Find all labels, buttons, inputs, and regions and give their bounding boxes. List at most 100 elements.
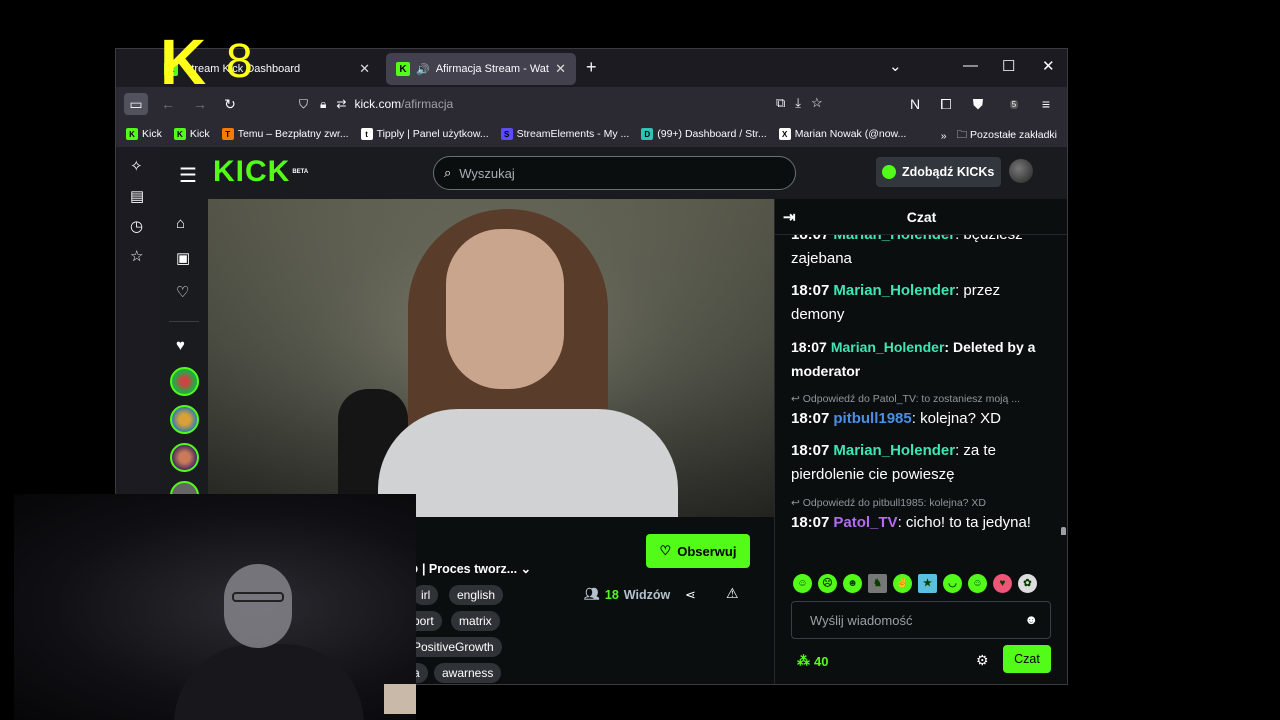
close-tab-icon[interactable]: ✕ [555,61,566,77]
message-user[interactable]: pitbull1985 [833,410,911,427]
other-bookmarks[interactable]: 🗀 Pozostałe zakładki [957,127,1057,145]
followed-heart-icon: ♥ [176,337,185,354]
beta-badge: BETA [292,169,309,175]
hamburger-menu-icon[interactable]: ☰ [179,163,197,188]
url-actions: ⧉ ⤓ ☆ [776,95,823,111]
home-icon[interactable]: ⌂ [176,215,185,232]
tab-label: Afirmacja Stream - Watch Live [435,63,549,75]
channel-avatar[interactable] [170,367,199,396]
synced-tabs-icon[interactable]: ▤ [130,187,144,205]
minimize-icon[interactable]: — [963,57,978,74]
bookmark-item[interactable]: S StreamElements - My ... [500,128,629,140]
bookmark-label: Marian Nowak (@now... [794,128,907,140]
extensions-icon[interactable]: ⧠ [934,93,958,115]
channel-avatar[interactable] [170,443,199,472]
kick-logo-text: KICK [213,155,291,188]
bookmark-item[interactable]: T Temu – Bezpłatny zwr... [221,128,349,140]
reply-context[interactable]: ↩ Odpowiedź do pitbull1985: kolejna? XD [791,497,1049,509]
ai-sparkle-icon[interactable]: ✧ [130,157,143,175]
bookmark-item[interactable]: K Kick [173,128,210,140]
chat-settings-gear-icon[interactable]: ⚙ [976,652,989,669]
message-user[interactable]: Marian_Holender [833,442,955,459]
following-heart-icon[interactable]: ♡ [176,283,189,301]
lock-icon[interactable]: 🔒︎ [320,97,326,112]
report-warning-icon[interactable]: ⚠ [726,585,739,602]
bookmark-item[interactable]: X Marian Nowak (@now... [778,128,907,140]
channel-points[interactable]: ⁂ 40 [797,653,828,669]
speaker-icon[interactable]: 🔊 [416,63,430,76]
channel-avatar[interactable] [170,405,199,434]
bookmark-label: Temu – Bezpłatny zwr... [237,128,349,140]
more-bookmarks-icon[interactable]: » [941,130,947,142]
emote-icon[interactable]: ♞ [868,574,887,593]
video-player[interactable] [208,199,775,517]
bookmark-star-icon[interactable]: ☆ [811,95,823,111]
account-icon[interactable]: N [903,93,927,115]
emote-icon[interactable]: ◡ [943,574,962,593]
share-icon[interactable]: ⋖ [685,587,696,603]
follow-button[interactable]: ♡ Obserwuj [646,534,750,568]
overlay-logo-8: 8 [226,35,253,88]
url-bar[interactable]: ⛉ 🔒︎ ⇄ kick.com/afirmacja [299,91,849,117]
message-user[interactable]: Marian_Holender [833,282,955,299]
emote-icon[interactable]: ☺ [968,574,987,593]
addon-badge-icon[interactable]: 5 [1002,93,1026,115]
message-user[interactable]: Marian_Holender [833,235,955,243]
emote-icon[interactable]: ☹ [818,574,837,593]
browse-icon[interactable]: ▣ [176,249,190,267]
x-logo-icon: X [778,128,791,140]
reload-icon[interactable]: ↻ [218,93,242,115]
emote-icon[interactable]: ☻ [843,574,862,593]
tag-chip[interactable]: matrix [451,611,500,631]
points-icon: ⁂ [797,653,810,668]
sidebar-toggle-icon[interactable]: ▭ [124,93,148,115]
emote-icon[interactable]: ✿ [1018,574,1037,593]
chat-input[interactable]: Wyślij wiadomość ☻ [791,601,1051,639]
chevron-down-icon[interactable]: ⌄ [521,562,531,576]
message-user[interactable]: Marian_Holender [831,339,945,355]
ublock-icon[interactable]: ⛊ [966,93,990,115]
download-icon[interactable]: ⤓ [795,95,801,111]
collapse-chat-icon[interactable]: ⇥ [783,208,796,226]
user-avatar[interactable] [1009,159,1033,183]
tab-afirmacja-stream[interactable]: K 🔊 Afirmacja Stream - Watch Live ✕ [386,53,576,85]
emote-icon[interactable]: ✌ [893,574,912,593]
message-user[interactable]: Patol_TV [833,514,897,531]
new-tab-button[interactable]: + [586,57,597,78]
chat-scrollbar[interactable] [1061,527,1066,535]
emote-icon[interactable]: ★ [918,574,937,593]
kick-logo[interactable]: KICK BETA [213,157,308,187]
send-chat-button[interactable]: Czat [1003,645,1051,673]
emote-icon[interactable]: ☺ [793,574,812,593]
search-placeholder: Wyszukaj [459,165,515,181]
emote-icon[interactable]: ♥ [993,574,1012,593]
tag-chip[interactable]: irl [413,585,439,605]
history-icon[interactable]: ◷ [130,217,143,235]
maximize-icon[interactable]: ☐ [1002,57,1015,75]
list-tabs-icon[interactable]: ⌄ [889,57,902,75]
shield-icon[interactable]: ⛉ [299,97,308,112]
picture-in-picture-icon[interactable]: ⧉ [776,95,785,111]
tag-chip[interactable]: PositiveGrowth [405,637,502,657]
viewers-label: Widzów [623,587,671,602]
message-time: 18:07 [791,514,830,531]
menu-icon[interactable]: ≡ [1034,93,1058,115]
bookmark-item[interactable]: t Tipply | Panel użytkow... [360,128,489,140]
message-text: : cicho! to ta jedyna! [897,514,1031,531]
stream-title[interactable]: ⊕ | Proces tworz... ⌄ [408,561,531,576]
search-input[interactable]: ⌕ Wyszukaj [433,156,796,190]
get-kicks-button[interactable]: Zdobądź KICKs [876,157,1001,187]
bookmark-item[interactable]: K Kick [126,128,162,140]
permissions-icon[interactable]: ⇄ [336,97,346,111]
bookmark-label: (99+) Dashboard / Str... [657,128,767,140]
tag-chip[interactable]: english [449,585,504,605]
viewer-count: 👥︎ 18 Widzów [584,587,670,602]
bookmark-item[interactable]: D (99+) Dashboard / Str... [641,128,767,140]
close-tab-icon[interactable]: ✕ [359,61,370,77]
tag-chip[interactable]: awarness [434,663,502,683]
close-window-icon[interactable]: ✕ [1042,57,1055,75]
bookmarks-icon[interactable]: ☆ [130,247,143,265]
reply-context[interactable]: ↩ Odpowiedź do Patol_TV: to zostaniesz m… [791,393,1049,405]
emoji-picker-icon[interactable]: ☻ [1024,612,1038,627]
kick-header: ☰ KICK BETA ⌕ Wyszukaj Zdobądź KICKs [161,147,1067,199]
